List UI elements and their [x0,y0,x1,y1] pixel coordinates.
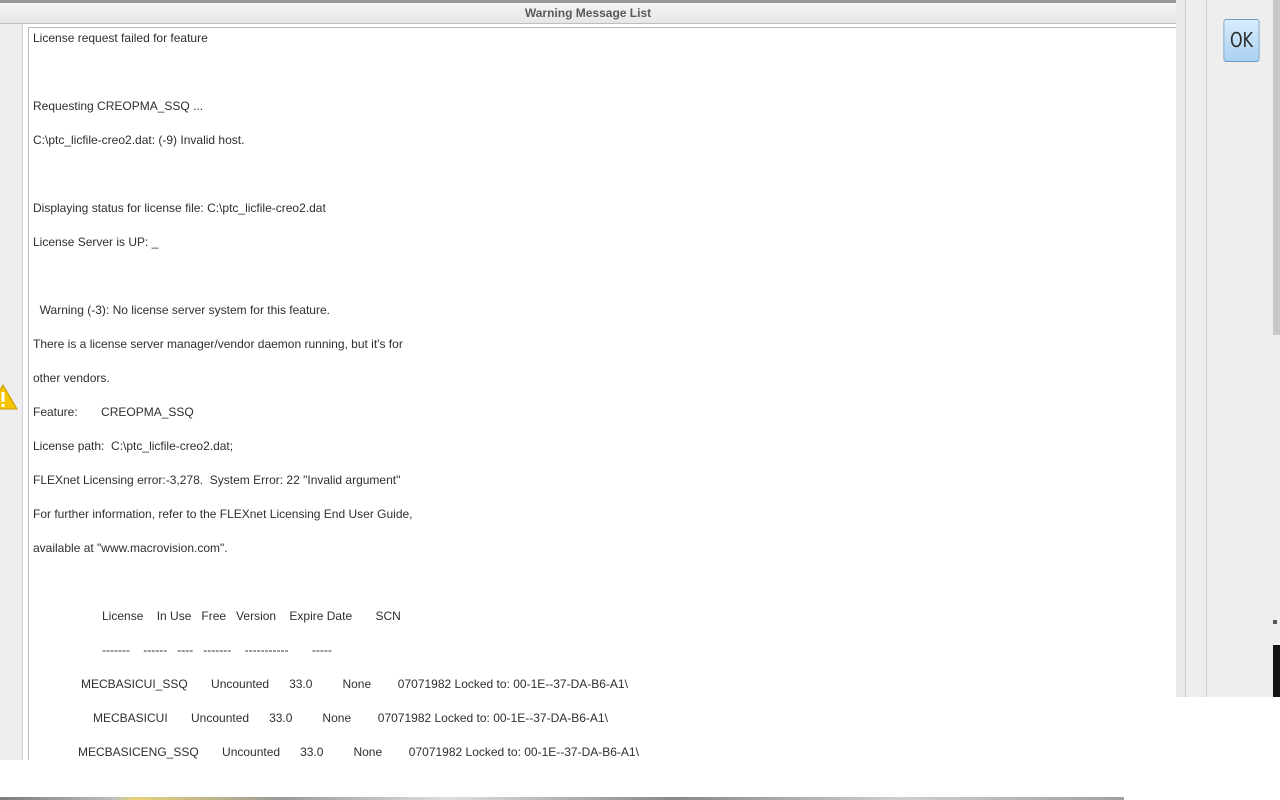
warning-triangle-icon [0,384,18,410]
license-table-row: MECBASICUI_SSQ Uncounted 33.0 None 07071… [81,677,628,691]
message-line: Displaying status for license file: C:\p… [33,201,326,215]
button-panel [1185,0,1280,697]
message-line: Warning (-3): No license server system f… [33,303,330,317]
scrollbar-thumb[interactable] [1273,0,1280,335]
pane-divider [1176,0,1185,697]
license-table-header: License In Use Free Version Expire Date … [102,609,401,623]
scrollbar-marker [1273,620,1277,624]
license-table-separator: ------- ------ ---- ------- ----------- … [102,643,332,657]
dark-window-edge [1273,645,1280,697]
screen: Warning Message List License request fai… [0,0,1280,800]
message-line: C:\ptc_licfile-creo2.dat: (-9) Invalid h… [33,133,245,147]
panel-divider [1206,0,1207,697]
message-line: Feature: CREOPMA_SSQ [33,405,194,419]
message-line: License request failed for feature [33,31,208,45]
message-line: other vendors. [33,371,110,385]
message-line: Requesting CREOPMA_SSQ ... [33,99,204,113]
message-line: For further information, refer to the FL… [33,507,413,521]
ok-button[interactable]: OK [1223,19,1260,62]
message-line: There is a license server manager/vendor… [33,337,403,351]
dialog-titlebar: Warning Message List [0,0,1176,24]
license-table-row: MECBASICUI Uncounted 33.0 None 07071982 … [93,711,608,725]
message-line: License path: C:\ptc_licfile-creo2.dat; [33,439,234,453]
message-line: available at "www.macrovision.com". [33,541,228,555]
message-list-pane[interactable]: License request failed for feature Reque… [28,27,1176,760]
message-line: FLEXnet Licensing error:-3,278. System E… [33,473,401,487]
dialog-title: Warning Message List [524,6,652,20]
message-line: License Server is UP: _ [33,235,159,249]
license-table-row: MECBASICENG_SSQ Uncounted 33.0 None 0707… [78,745,639,759]
